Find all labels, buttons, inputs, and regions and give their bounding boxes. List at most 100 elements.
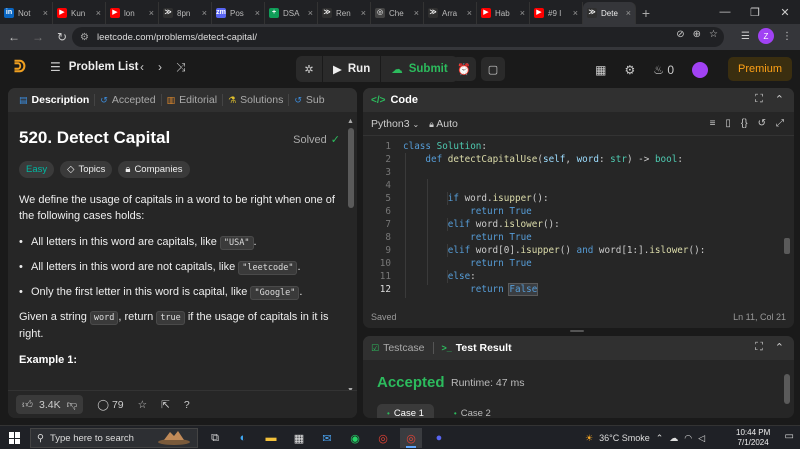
thumbs-up-icon[interactable]: 👍︎ <box>22 398 33 411</box>
bookmark-star-icon[interactable]: ☆ <box>709 29 718 40</box>
browser-tab[interactable]: + DSA × <box>265 2 318 24</box>
streak-counter[interactable]: ♨ 0 <box>653 63 674 77</box>
browser-tab[interactable]: ≫ 8pn × <box>159 2 212 24</box>
volume-icon[interactable]: ◁ <box>698 433 705 444</box>
premium-button[interactable]: Premium <box>727 57 792 81</box>
browser-tab[interactable]: ≫ Dete × <box>583 2 636 24</box>
profile-avatar[interactable]: Z <box>758 28 774 44</box>
close-window-icon[interactable]: ✕ <box>770 0 800 24</box>
url-input[interactable]: ⚙ leetcode.com/problems/detect-capital/ <box>72 27 724 47</box>
timer-button[interactable]: ⏰ <box>452 57 476 81</box>
tab-testcase[interactable]: ☑ Testcase <box>371 342 425 354</box>
weather-text[interactable]: 36°C Smoke <box>599 433 650 443</box>
browser-tab[interactable]: ▶ #9 I × <box>530 2 583 24</box>
layout-grid-icon[interactable]: ▦ <box>595 63 606 77</box>
share-icon[interactable]: ⇱ <box>161 399 170 411</box>
close-tab-icon[interactable]: × <box>361 8 366 18</box>
code-editor[interactable]: 1 class Solution: 2 def detectCapitalUse(… <box>363 140 794 308</box>
back-icon[interactable]: ← <box>4 27 24 47</box>
close-tab-icon[interactable]: × <box>96 8 101 18</box>
close-tab-icon[interactable]: × <box>255 8 260 18</box>
prev-problem-icon[interactable]: ‹ <box>140 60 144 75</box>
new-tab-button[interactable]: + <box>636 2 656 24</box>
tab-submissions[interactable]: ↺ Sub <box>289 94 329 106</box>
help-icon[interactable]: ? <box>184 399 190 411</box>
browser-tab[interactable]: ▶ lon × <box>106 2 159 24</box>
site-info-icon[interactable]: ⚙ <box>80 32 89 43</box>
user-avatar[interactable] <box>692 62 708 78</box>
shuffle-icon[interactable]: ⤨ <box>176 60 186 75</box>
thumbs-down-icon[interactable]: 👎︎ <box>67 398 78 411</box>
panel-resize-handle[interactable] <box>570 330 584 332</box>
clock[interactable]: 10:44 PM 7/1/2024 <box>736 428 770 448</box>
close-tab-icon[interactable]: × <box>626 8 631 18</box>
file-explorer-icon[interactable]: ▬ <box>260 428 282 448</box>
fullscreen-icon[interactable]: ⛶ <box>755 93 763 106</box>
browser-tab[interactable]: ▶ Kun × <box>53 2 106 24</box>
reload-icon[interactable]: ↻ <box>52 27 72 47</box>
menu-dots-icon[interactable]: ⋮ <box>782 31 792 42</box>
wifi-icon[interactable]: ◠ <box>684 433 692 444</box>
minimize-icon[interactable]: — <box>710 0 740 24</box>
fullscreen-icon[interactable]: ⛶ <box>755 341 763 354</box>
windows-start-icon[interactable] <box>9 432 21 444</box>
scroll-up-icon[interactable]: ▲ <box>347 118 354 125</box>
collapse-icon[interactable]: ⌃ <box>775 93 784 106</box>
notification-icon[interactable]: ▭ <box>785 431 794 442</box>
mail-icon[interactable]: ✉ <box>316 428 338 448</box>
notes-button[interactable]: ▢ <box>481 57 505 81</box>
close-tab-icon[interactable]: × <box>467 8 472 18</box>
language-select[interactable]: Python3 ⌄ <box>371 118 419 130</box>
restore-icon[interactable]: ❐ <box>740 0 770 24</box>
cloud-icon[interactable]: ☁ <box>669 433 678 444</box>
auto-mode[interactable]: 🔒︎ Auto <box>429 118 458 130</box>
topics-tag[interactable]: ◇ Topics <box>60 161 113 178</box>
browser-tab[interactable]: ◎ Che × <box>371 2 424 24</box>
close-tab-icon[interactable]: × <box>43 8 48 18</box>
tab-solutions[interactable]: ⚗ Solutions <box>223 94 290 106</box>
debug-icon[interactable]: ✲ <box>296 56 322 82</box>
format-icon[interactable]: ≡ <box>710 118 716 129</box>
close-tab-icon[interactable]: × <box>414 8 419 18</box>
tab-editorial[interactable]: ▥ Editorial <box>162 94 224 106</box>
scroll-thumb[interactable] <box>784 374 790 404</box>
browser-tab[interactable]: ≫ Ren × <box>318 2 371 24</box>
bookmark-icon[interactable]: ▯ <box>725 118 731 129</box>
editor-scrollbar[interactable] <box>784 238 790 254</box>
close-tab-icon[interactable]: × <box>308 8 313 18</box>
extensions-icon[interactable]: ☰ <box>741 31 750 42</box>
star-icon[interactable]: ☆ <box>138 399 147 411</box>
difficulty-badge[interactable]: Easy <box>19 161 55 178</box>
expand-icon[interactable]: ⤢ <box>776 118 784 129</box>
comments-button[interactable]: ◯ 79 <box>97 399 123 411</box>
braces-icon[interactable]: {} <box>741 118 748 129</box>
browser-tab[interactable]: in Not × <box>0 2 53 24</box>
browser-tab[interactable]: ≫ Arra × <box>424 2 477 24</box>
run-button[interactable]: ▶ Run <box>322 56 380 82</box>
edge-icon[interactable]: ◐ <box>232 428 254 448</box>
case-tab-2[interactable]: • Case 2 <box>444 404 501 419</box>
tray-chevron-icon[interactable]: ⌃ <box>656 433 664 444</box>
close-tab-icon[interactable]: × <box>149 8 154 18</box>
next-problem-icon[interactable]: › <box>158 60 162 75</box>
tab-accepted[interactable]: ↺ Accepted <box>95 94 162 106</box>
forward-icon[interactable]: → <box>28 27 48 47</box>
leetcode-logo-icon[interactable]: ᕲ <box>14 59 32 79</box>
problem-list-button[interactable]: ☰ Problem List <box>50 60 138 74</box>
close-tab-icon[interactable]: × <box>520 8 525 18</box>
reset-icon[interactable]: ↺ <box>758 118 766 129</box>
close-tab-icon[interactable]: × <box>573 8 578 18</box>
zoom-icon[interactable]: ⊕ <box>693 29 701 40</box>
result-scrollbar[interactable] <box>784 368 790 412</box>
companies-tag[interactable]: 🔒︎ Companies <box>118 161 190 178</box>
zoom-app-icon[interactable]: ● <box>428 428 450 448</box>
browser-tab[interactable]: ▶ Hab × <box>477 2 530 24</box>
store-icon[interactable]: ▦ <box>288 428 310 448</box>
problem-title[interactable]: 520. Detect Capital <box>19 128 337 148</box>
close-tab-icon[interactable]: × <box>202 8 207 18</box>
whatsapp-icon[interactable]: ◉ <box>344 428 366 448</box>
tab-test-result[interactable]: >_ Test Result <box>442 342 512 354</box>
browser-tab[interactable]: zm Pos × <box>212 2 265 24</box>
case-tab-1[interactable]: • Case 1 <box>377 404 434 418</box>
settings-gear-icon[interactable]: ⚙ <box>624 63 635 77</box>
